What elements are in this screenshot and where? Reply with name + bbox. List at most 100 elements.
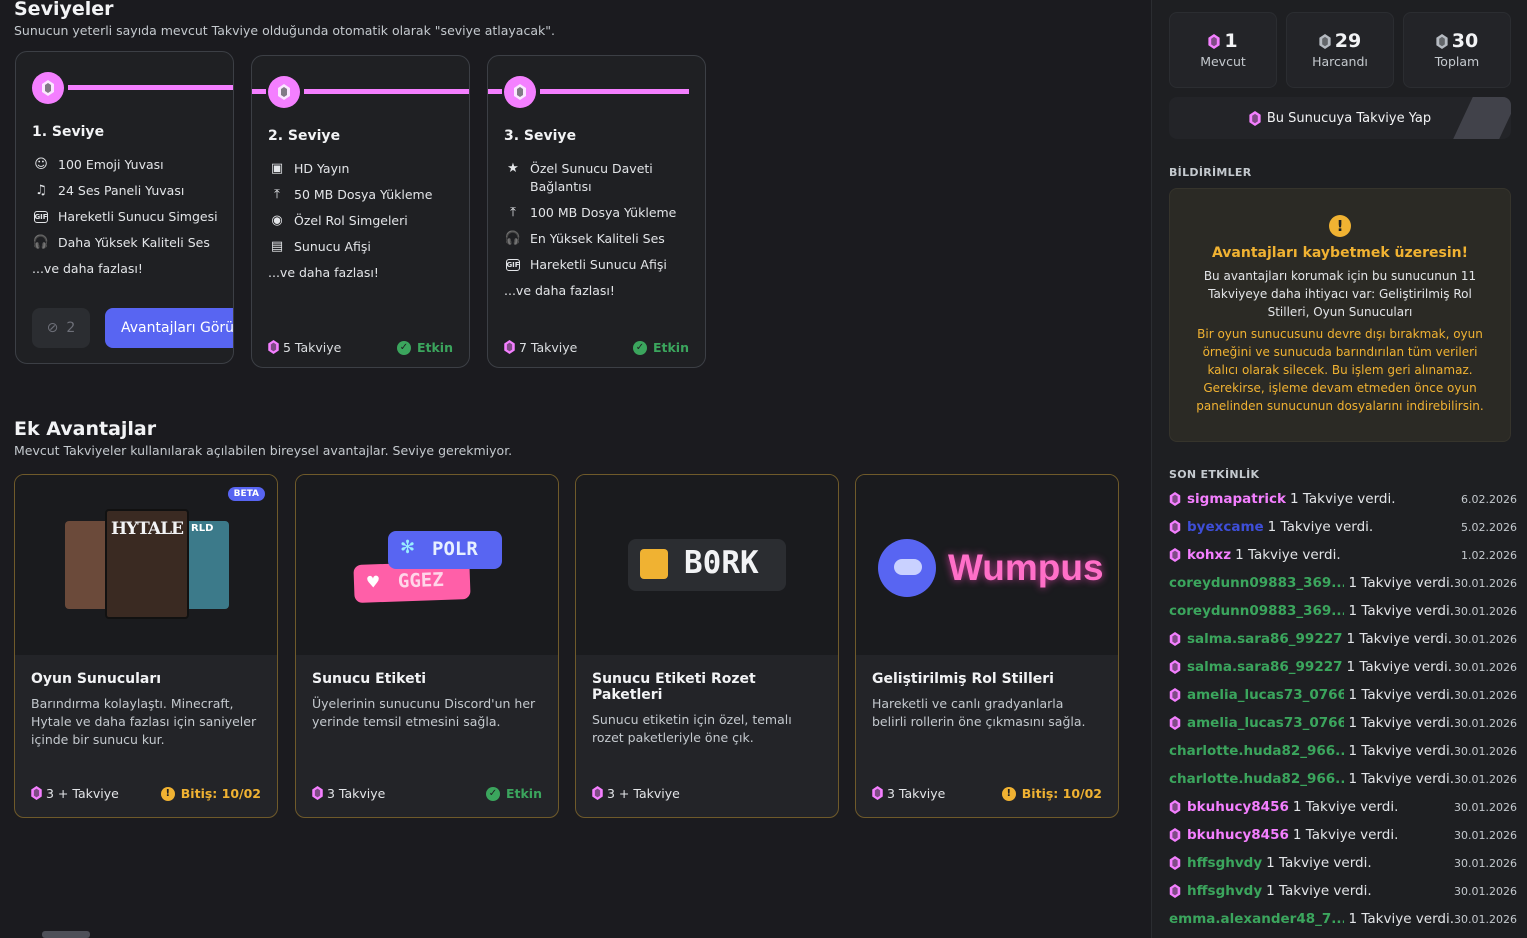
warning-detail: Bir oyun sunucusunu devre dışı bırakmak,… — [1196, 327, 1484, 413]
badge-pack-art: B0RK — [576, 475, 838, 655]
screen-share-icon: ▣ — [270, 161, 284, 176]
wumpus-icon — [878, 539, 936, 597]
gif-icon: GIF — [506, 259, 520, 271]
tier-footer: 5 Takviye ✓ Etkin — [268, 340, 453, 355]
activity-user[interactable]: charlotte.huda82_966... — [1169, 743, 1344, 759]
activity-row: byexcame 1 Takviye verdi. 5.02.2026 — [1169, 513, 1517, 541]
activity-user[interactable]: kohxz — [1187, 547, 1231, 563]
perk-description: Sunucu etiketin için özel, temalı rozet … — [592, 712, 792, 745]
status-badge: ✓ Etkin — [632, 340, 689, 355]
boost-server-button[interactable]: Bu Sunucuya Takviye Yap — [1169, 97, 1511, 139]
tier-perk: ▣ HD Yayın — [268, 160, 461, 178]
view-perks-button[interactable]: Avantajları Görü — [105, 308, 233, 348]
boost-gem-icon — [504, 76, 536, 108]
activity-text: 1 Takviye verdi. — [1348, 603, 1455, 619]
activity-user[interactable]: salma.sara86_99227 — [1187, 631, 1343, 647]
check-icon: ✓ — [485, 786, 500, 801]
tier-boost-requirement: 5 Takviye — [268, 340, 341, 355]
wumpus-wordmark: Wumpus — [948, 547, 1104, 588]
perk-title: Sunucu Etiketi Rozet Paketleri — [592, 671, 756, 703]
boost-gem-icon — [1169, 856, 1181, 870]
check-icon: ✓ — [632, 340, 647, 355]
tier-more: ...ve daha fazlası! — [268, 265, 379, 280]
activity-user[interactable]: amelia_lucas73_07662 — [1187, 687, 1344, 703]
main-content: Seviyeler Sunucun yeterli sayıda mevcut … — [0, 0, 1150, 938]
server-tag-art: GGEZ ♥ POLR ✻ — [296, 475, 558, 655]
activity-label: SON ETKİNLİK — [1169, 468, 1260, 481]
perk-cost: 3 + Takviye — [31, 786, 119, 801]
game-cover-center: HYTALE — [105, 509, 189, 619]
game-cover-right — [183, 521, 229, 609]
activity-user[interactable]: hffsghvdy — [1187, 883, 1262, 899]
perk-footer: 3 + Takviye ! Bitiş: 10/02 — [31, 786, 261, 801]
activity-text: 1 Takviye verdi. — [1348, 743, 1455, 759]
perk-card-server-tag[interactable]: GGEZ ♥ POLR ✻ Sunucu Etiketi Üyelerinin … — [295, 474, 559, 818]
boost-gem-icon — [1319, 34, 1331, 49]
horizontal-scrollbar[interactable] — [42, 931, 90, 938]
tier-card-1: 1. Seviye ☺ 100 Emoji Yuvası ♫ 24 Ses Pane… — [15, 51, 234, 364]
activity-user[interactable]: bkuhucy8456 — [1187, 799, 1289, 815]
boost-gem-icon — [312, 786, 323, 800]
activity-date: 30.01.2026 — [1454, 744, 1517, 758]
tier-perk: ⤒ 100 MB Dosya Yükleme — [504, 204, 697, 222]
perk-card-role-styles[interactable]: Wumpus Geliştirilmiş Rol Stilleri Hareke… — [855, 474, 1119, 818]
boost-sidebar: 1 Mevcut 29 Harcandı 30 Toplam Bu Sunucu… — [1151, 0, 1527, 938]
boost-gem-icon — [268, 76, 300, 108]
perk-description: Hareketli ve canlı gradyanlarla belirli … — [872, 696, 1086, 729]
activity-row: coreydunn09883_369... 1 Takviye verdi. 30.… — [1169, 569, 1517, 597]
upload-icon: ⤒ — [510, 205, 516, 220]
boost-gem-icon — [1169, 632, 1181, 646]
activity-user[interactable]: salma.sara86_99227 — [1187, 659, 1343, 675]
activity-date: 6.02.2026 — [1461, 492, 1517, 506]
warning-icon: ! — [1329, 215, 1351, 237]
tier-boost-requirement: 7 Takviye — [504, 340, 577, 355]
perk-card-tag-badge-packs[interactable]: B0RK Sunucu Etiketi Rozet Paketleri Sunu… — [575, 474, 839, 818]
activity-text: 1 Takviye verdi. — [1290, 491, 1396, 507]
tag-bork: B0RK — [628, 539, 786, 591]
activity-row: salma.sara86_99227 1 Takviye verdi. 30.01.… — [1169, 653, 1517, 681]
activity-user[interactable]: coreydunn09883_369... — [1169, 575, 1344, 591]
tier-perk: ◉ Özel Rol Simgeleri — [268, 212, 461, 230]
boost-count-button[interactable]: ⊘ 2 — [32, 308, 90, 348]
activity-user[interactable]: sigmapatrick — [1187, 491, 1286, 507]
boost-gem-icon — [1169, 688, 1181, 702]
tier-perk: ♫ 24 Ses Paneli Yuvası — [32, 182, 225, 200]
activity-date: 30.01.2026 — [1454, 716, 1517, 730]
activity-user[interactable]: bkuhucy8456 — [1187, 827, 1289, 843]
activity-row: kohxz 1 Takviye verdi. 1.02.2026 — [1169, 541, 1517, 569]
activity-user[interactable]: emma.alexander48_7... — [1169, 911, 1344, 927]
decor-stripe — [1453, 97, 1511, 139]
boost-gem-icon — [32, 72, 64, 104]
activity-text: 1 Takviye verdi. — [1266, 883, 1372, 899]
tag-polr: POLR ✻ — [388, 531, 502, 569]
perk-title: Sunucu Etiketi — [312, 671, 427, 687]
perk-card-game-servers[interactable]: BETA HYTALE RLD Oyun Sunucuları Barındır… — [14, 474, 278, 818]
extras-subtitle: Mevcut Takviyeler kullanılarak açılabile… — [14, 443, 513, 458]
dog-icon — [640, 549, 668, 579]
activity-row: amelia_lucas73_07662 1 Takviye verdi. 30.0… — [1169, 681, 1517, 709]
tier-card-2: 2. Seviye ▣ HD Yayın ⤒ 50 MB Dosya Yükleme… — [251, 55, 470, 368]
activity-text: 1 Takviye verdi. — [1267, 519, 1374, 535]
perk-title: Oyun Sunucuları — [31, 671, 162, 687]
activity-user[interactable]: hffsghvdy — [1187, 855, 1262, 871]
activity-date: 30.01.2026 — [1454, 604, 1517, 618]
activity-row: amelia_lucas73_07662 1 Takviye verdi. 30.0… — [1169, 709, 1517, 737]
perk-description: Üyelerinin sunucunu Discord'un her yerin… — [312, 696, 536, 729]
activity-row: coreydunn09883_369... 1 Takviye verdi. 30.… — [1169, 597, 1517, 625]
tier-more: ...ve daha fazlası! — [504, 283, 615, 298]
activity-user[interactable]: byexcame — [1187, 519, 1264, 535]
star-icon: ★ — [507, 161, 519, 176]
tier-progress-bar-left — [252, 89, 266, 94]
activity-row: hffsghvdy 1 Takviye verdi. 30.01.2026 — [1169, 877, 1517, 905]
activity-row: charlotte.huda82_966... 1 Takviye verdi. 3… — [1169, 737, 1517, 765]
activity-date: 30.01.2026 — [1454, 828, 1517, 842]
tier-perk: ★ Özel Sunucu Daveti Bağlantısı — [504, 160, 697, 196]
activity-text: 1 Takviye verdi. — [1348, 715, 1455, 731]
tier-progress-bar — [304, 89, 469, 94]
activity-user[interactable]: charlotte.huda82_966... — [1169, 771, 1344, 787]
activity-user[interactable]: coreydunn09883_369... — [1169, 603, 1344, 619]
heart-icon: ♥ — [365, 572, 381, 592]
boost-gem-icon — [31, 786, 42, 800]
boost-gem-icon — [1169, 800, 1181, 814]
activity-user[interactable]: amelia_lucas73_07662 — [1187, 715, 1344, 731]
